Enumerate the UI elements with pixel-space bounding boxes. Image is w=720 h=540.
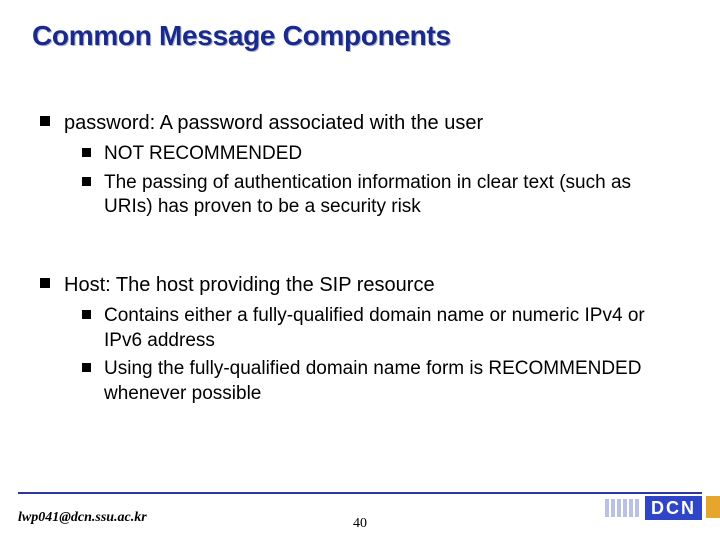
- footer-divider: [18, 492, 702, 494]
- logo-text: DCN: [645, 496, 702, 520]
- list-item: Host: The host providing the SIP resourc…: [40, 272, 680, 407]
- logo-bars-icon: [605, 499, 639, 517]
- list-item-text: password: A password associated with the…: [64, 112, 483, 134]
- slide-content: password: A password associated with the…: [40, 110, 680, 433]
- slide-title: Common Message Components: [32, 20, 451, 52]
- list-item: NOT RECOMMENDED: [82, 142, 680, 167]
- bullet-list-l1: Host: The host providing the SIP resourc…: [40, 272, 680, 407]
- bullet-list-l2: NOT RECOMMENDED The passing of authentic…: [82, 142, 680, 220]
- spacer: [40, 246, 680, 272]
- list-item: Contains either a fully-qualified domain…: [82, 304, 680, 353]
- dcn-logo: DCN: [605, 496, 702, 520]
- footer-email: lwp041@dcn.ssu.ac.kr: [18, 510, 147, 526]
- accent-bar: [706, 496, 720, 518]
- list-item: Using the fully-qualified domain name fo…: [82, 357, 680, 406]
- list-item-text: The passing of authentication informatio…: [104, 172, 631, 218]
- bullet-list-l1: password: A password associated with the…: [40, 110, 680, 220]
- list-item-text: Contains either a fully-qualified domain…: [104, 305, 645, 351]
- slide: Common Message Components password: A pa…: [0, 0, 720, 540]
- bullet-list-l2: Contains either a fully-qualified domain…: [82, 304, 680, 407]
- list-item-text: NOT RECOMMENDED: [104, 143, 302, 164]
- list-item-text: Using the fully-qualified domain name fo…: [104, 358, 641, 404]
- list-item-text: Host: The host providing the SIP resourc…: [64, 274, 435, 296]
- list-item: password: A password associated with the…: [40, 110, 680, 220]
- list-item: The passing of authentication informatio…: [82, 171, 680, 220]
- footer-page-number: 40: [353, 516, 367, 532]
